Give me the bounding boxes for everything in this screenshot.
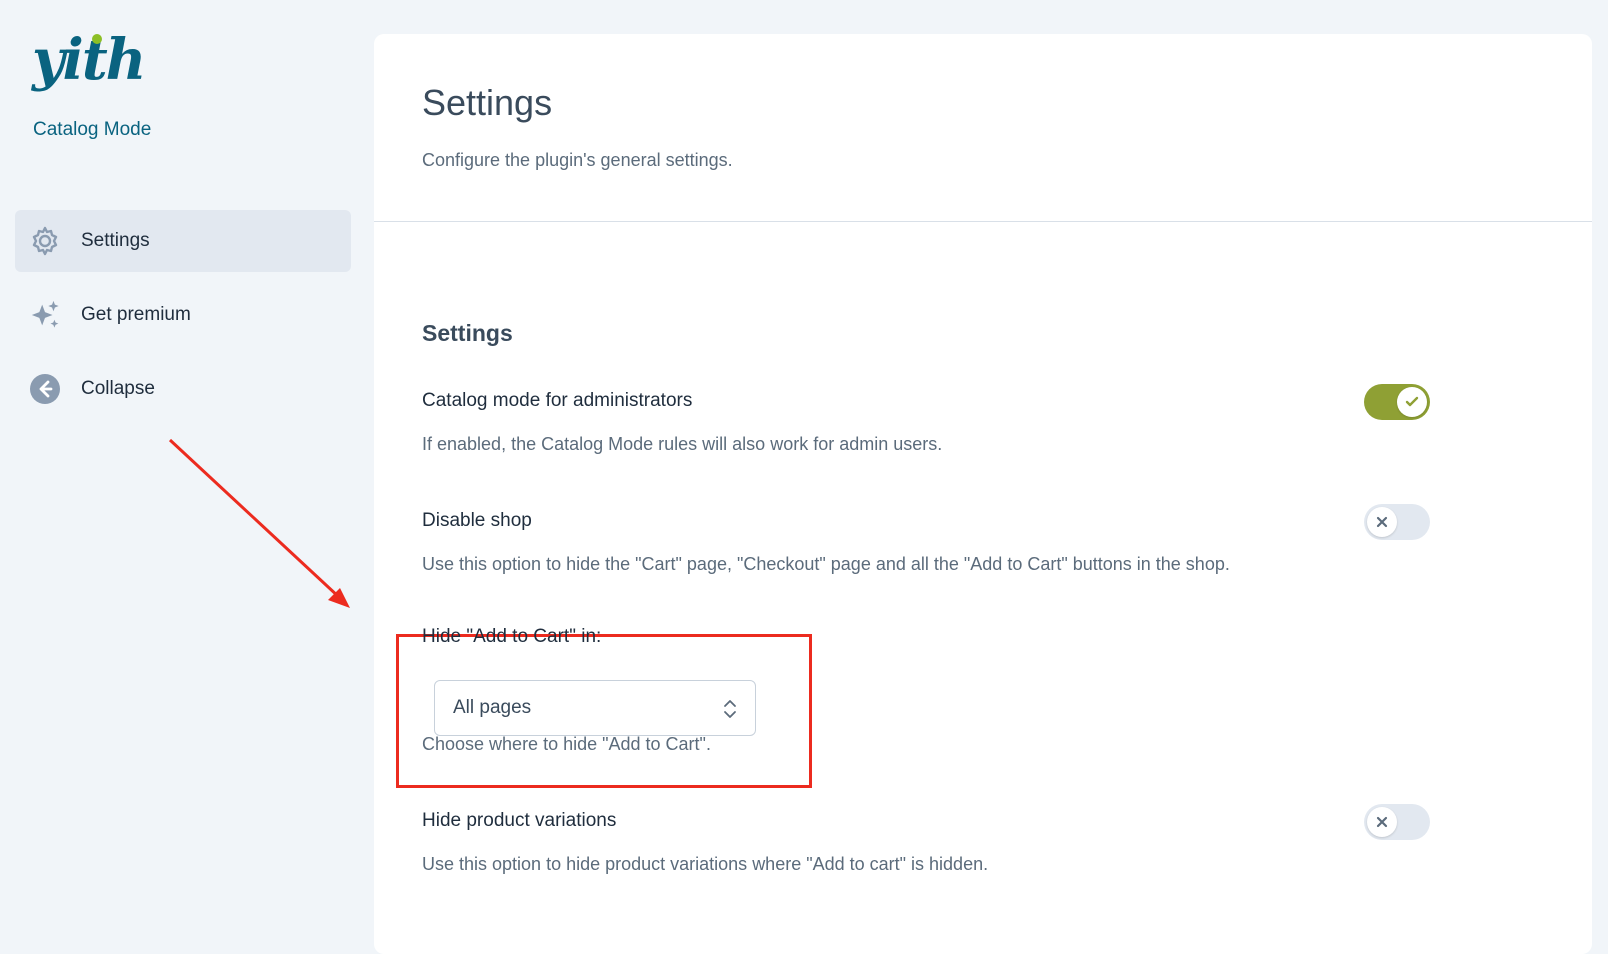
sidebar-item-settings[interactable]: Settings bbox=[15, 210, 351, 272]
option-desc-hide-add-to-cart: Choose where to hide "Add to Cart". bbox=[422, 734, 711, 754]
admin-mode-toggle[interactable] bbox=[1364, 384, 1430, 420]
close-icon bbox=[1367, 807, 1397, 837]
arrow-left-circle-icon bbox=[29, 373, 61, 405]
option-label-admin-mode: Catalog mode for administrators bbox=[422, 390, 693, 411]
sparkles-icon bbox=[29, 299, 61, 331]
sidebar-item-label: Get premium bbox=[81, 304, 191, 325]
option-label-disable-shop: Disable shop bbox=[422, 510, 532, 531]
page-description: Configure the plugin's general settings. bbox=[422, 150, 733, 170]
sidebar-item-collapse[interactable]: Collapse bbox=[15, 358, 351, 420]
hide-variations-toggle[interactable] bbox=[1364, 804, 1430, 840]
section-title: Settings bbox=[422, 320, 513, 346]
logo-dot bbox=[92, 34, 102, 44]
sidebar-item-label: Settings bbox=[81, 230, 150, 251]
brand-subtitle: Catalog Mode bbox=[33, 119, 152, 140]
brand-logo: yith bbox=[32, 27, 146, 93]
sidebar: yith Catalog Mode Settings Get premium C… bbox=[0, 0, 366, 928]
chevron-up-down-icon bbox=[723, 697, 737, 726]
option-desc-disable-shop: Use this option to hide the "Cart" page,… bbox=[422, 554, 1230, 574]
gear-icon bbox=[29, 225, 61, 257]
settings-panel: Settings Configure the plugin's general … bbox=[374, 34, 1592, 954]
disable-shop-toggle[interactable] bbox=[1364, 504, 1430, 540]
option-desc-admin-mode: If enabled, the Catalog Mode rules will … bbox=[422, 434, 943, 454]
select-value: All pages bbox=[453, 697, 532, 718]
sidebar-nav: Settings Get premium Collapse bbox=[15, 210, 351, 432]
option-label-hide-variations: Hide product variations bbox=[422, 810, 617, 831]
page-title: Settings bbox=[422, 82, 553, 123]
check-icon bbox=[1397, 387, 1427, 417]
annotation-arrow bbox=[168, 438, 350, 608]
sidebar-item-label: Collapse bbox=[81, 378, 155, 399]
close-icon bbox=[1367, 507, 1397, 537]
hide-add-to-cart-select[interactable]: All pages bbox=[434, 680, 756, 736]
sidebar-item-get-premium[interactable]: Get premium bbox=[15, 284, 351, 346]
option-label-hide-add-to-cart: Hide "Add to Cart" in: bbox=[422, 626, 602, 647]
panel-header: Settings Configure the plugin's general … bbox=[374, 34, 1592, 222]
option-desc-hide-variations: Use this option to hide product variatio… bbox=[422, 854, 989, 874]
